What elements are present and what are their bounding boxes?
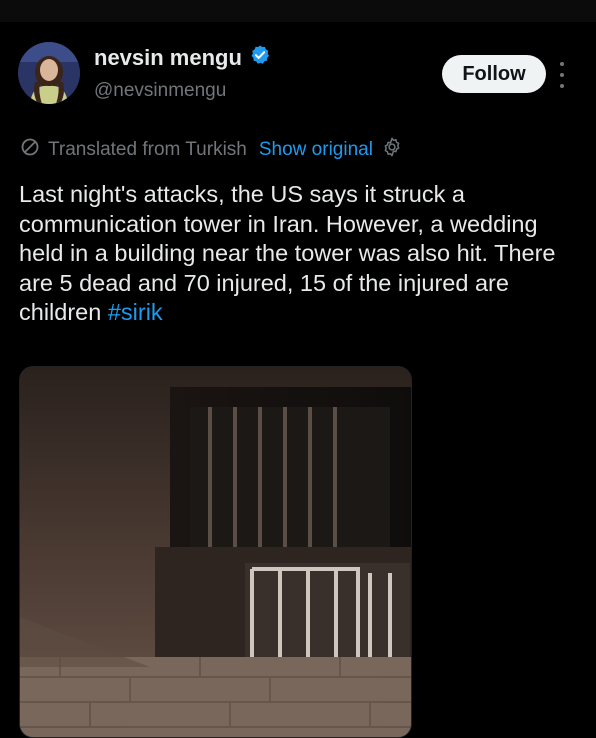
translation-label: Translated from Turkish [48, 139, 247, 160]
translate-icon [20, 137, 40, 163]
translation-notice: Translated from Turkish Show original [20, 136, 403, 164]
verified-badge-icon [249, 44, 271, 71]
author-display-name[interactable]: nevsin mengu [94, 45, 242, 71]
media-frame [20, 367, 411, 737]
show-original-link[interactable]: Show original [259, 139, 373, 161]
more-options-icon[interactable] [555, 60, 569, 90]
status-bar-strip [0, 0, 596, 22]
hashtag-link[interactable]: #sirik [108, 299, 163, 325]
avatar-image [18, 42, 80, 104]
tweet-body: Last night's attacks, the US says it str… [19, 181, 556, 325]
author-handle[interactable]: @nevsinmengu [94, 80, 226, 102]
avatar[interactable] [18, 42, 80, 104]
author-name-row: nevsin mengu [94, 44, 271, 71]
follow-button[interactable]: Follow [442, 55, 546, 93]
settings-gear-icon[interactable] [381, 136, 403, 164]
tweet-media-video[interactable] [19, 366, 412, 738]
tweet-text: Last night's attacks, the US says it str… [19, 180, 579, 328]
